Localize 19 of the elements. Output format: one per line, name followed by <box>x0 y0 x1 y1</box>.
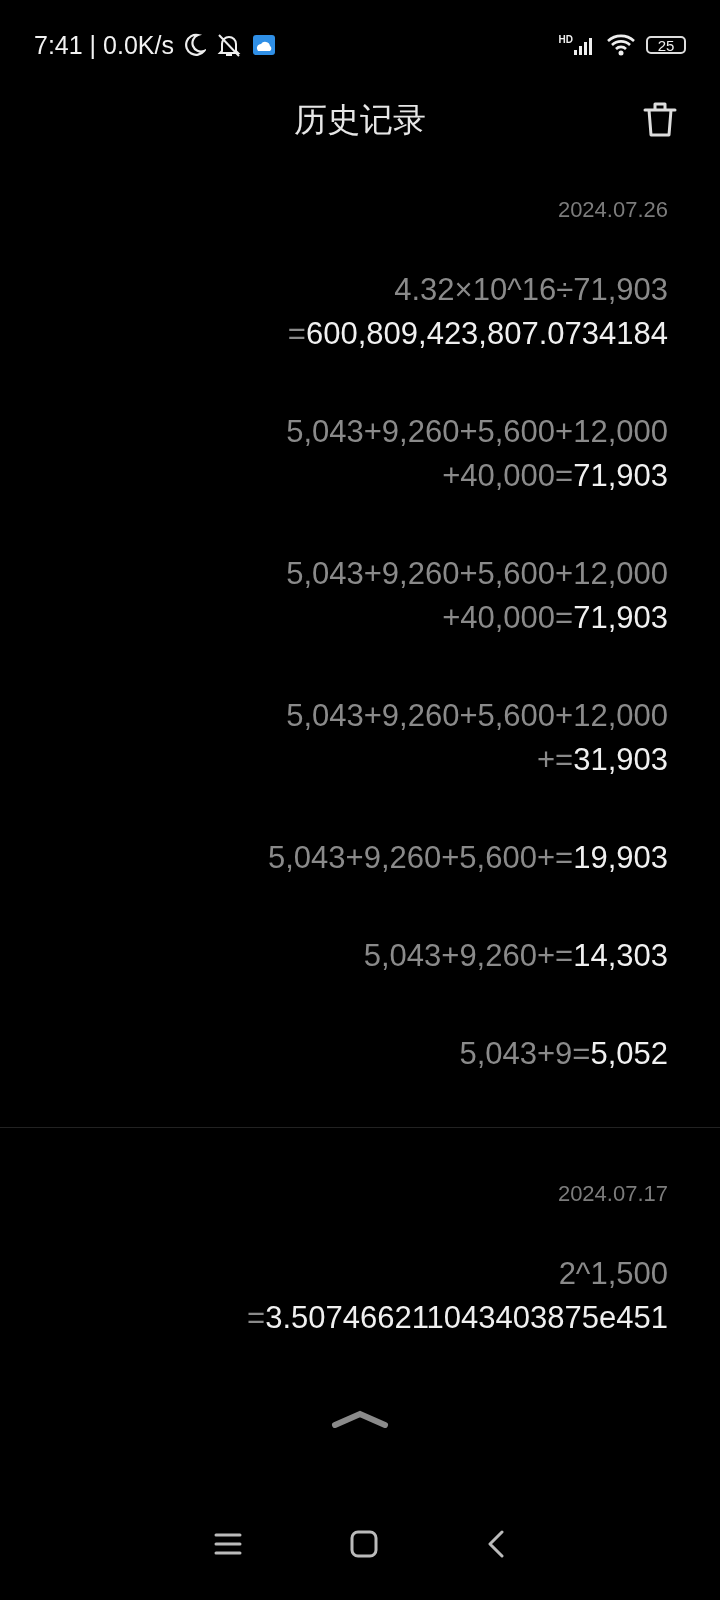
history-line: 5,043+9=5,052 <box>459 1035 668 1073</box>
history-line: +=31,903 <box>536 741 668 779</box>
history-line: 5,043+9,260+5,600+12,000 <box>286 697 668 735</box>
history-line: +40,000=71,903 <box>442 599 668 637</box>
date-header: 2024.07.26 <box>557 196 668 224</box>
history-line: 2^1,500 <box>558 1255 668 1293</box>
history-line: 5,043+9,260+5,600+12,000 <box>286 555 668 593</box>
history-line: =600,809,423,807.0734184 <box>287 315 668 353</box>
history-line: 5,043+9,260+5,600+=19,903 <box>268 839 668 877</box>
network-type-label: HD <box>558 34 573 45</box>
history-line: +40,000=71,903 <box>442 457 668 495</box>
history-line: 5,043+9,260+5,600+12,000 <box>286 413 668 451</box>
status-time: 7:41 | 0.0K/s <box>34 30 174 60</box>
date-header: 2024.07.17 <box>557 1180 668 1208</box>
history-line: =3.507466211043403875e451 <box>247 1299 668 1337</box>
history-line: 5,043+9,260+=14,303 <box>363 937 668 975</box>
page-title: 历史记录 <box>294 99 426 140</box>
history-line: 4.32×10^16÷71,903 <box>394 271 668 309</box>
battery-indicator: 25 <box>646 36 686 54</box>
